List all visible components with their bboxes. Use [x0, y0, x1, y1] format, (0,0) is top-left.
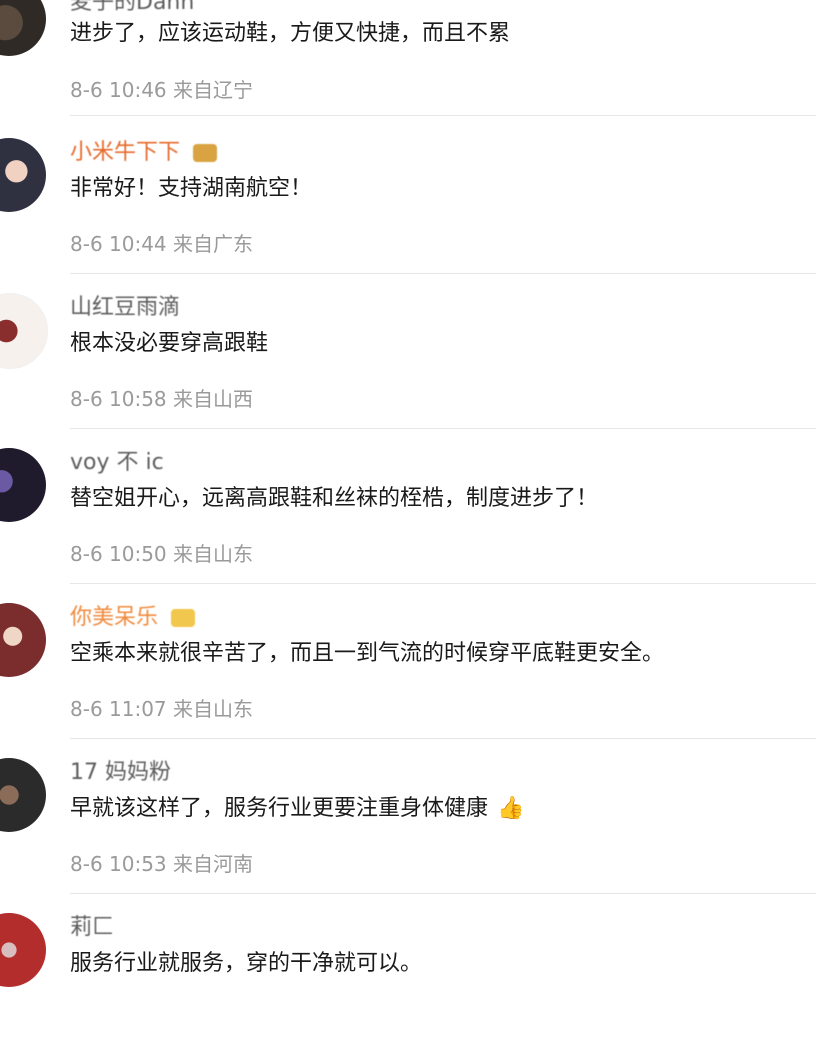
comment-location: 来自山东 — [173, 542, 254, 566]
comment-text: 早就该这样了，服务行业更要注重身体健康 👍 — [70, 794, 524, 824]
comment-username[interactable]: 山红豆雨滴 — [70, 295, 180, 321]
comment-text: 服务行业就服务，穿的干净就可以。 — [70, 951, 423, 976]
comment-meta: 8-6 11:07 来自山东 — [70, 697, 253, 721]
comment-text: 替空姐开心，远离高跟鞋和丝袜的桎梏，制度进步了！ — [70, 486, 599, 511]
comment-location: 来自山西 — [173, 387, 254, 411]
comment-location: 来自辽宁 — [173, 78, 254, 102]
comment-text: 进步了，应该运动鞋，方便又快捷，而且不累 — [70, 21, 511, 46]
comment-meta: 8-6 10:44 来自广东 — [70, 232, 253, 256]
comment-username-text: 你美呆乐 — [70, 605, 159, 630]
comment-location: 来自广东 — [173, 232, 254, 256]
comment-item: 莉匚 服务行业就服务，穿的干净就可以。 — [0, 893, 816, 1048]
comment-time: 8-6 11:07 — [70, 697, 167, 721]
comment-meta: 8-6 10:50 来自山东 — [70, 542, 253, 566]
comment-text: 根本没必要穿高跟鞋 — [70, 331, 269, 356]
comment-meta: 8-6 10:58 来自山西 — [70, 387, 253, 411]
comment-username[interactable]: 你美呆乐 — [70, 605, 196, 631]
avatar[interactable] — [0, 758, 46, 832]
comment-item: 小米牛下下 非常好！支持湖南航空！ 8-6 10:44 来自广东 — [0, 118, 816, 274]
avatar[interactable] — [0, 293, 48, 369]
comment-username[interactable]: 麦子的Dann — [70, 0, 194, 16]
comment-item: 山红豆雨滴 根本没必要穿高跟鞋 8-6 10:58 来自山西 — [0, 273, 816, 429]
comment-text: 空乘本来就很辛苦了，而且一到气流的时候穿平底鞋更安全。 — [70, 641, 665, 666]
comment-item: 你美呆乐 空乘本来就很辛苦了，而且一到气流的时候穿平底鞋更安全。 8-6 11:… — [0, 583, 816, 739]
avatar[interactable] — [0, 913, 46, 987]
comment-username[interactable]: 小米牛下下 — [70, 140, 218, 166]
avatar[interactable] — [0, 0, 46, 56]
comment-time: 8-6 10:50 — [70, 542, 167, 566]
comment-location: 来自山东 — [173, 697, 254, 721]
comment-meta: 8-6 10:53 来自河南 — [70, 852, 253, 876]
comment-meta: 8-6 10:46 来自辽宁 — [70, 78, 253, 102]
avatar[interactable] — [0, 448, 46, 522]
comment-username[interactable]: 17 妈妈粉 — [70, 760, 171, 786]
comment-text: 非常好！支持湖南航空！ — [70, 176, 313, 201]
thumbs-up-icon: 👍 — [497, 796, 525, 821]
comment-item: 17 妈妈粉 早就该这样了，服务行业更要注重身体健康 👍 8-6 10:53 来… — [0, 738, 816, 894]
comment-item: voy 不 ic 替空姐开心，远离高跟鞋和丝袜的桎梏，制度进步了！ 8-6 10… — [0, 428, 816, 584]
comment-time: 8-6 10:53 — [70, 852, 167, 876]
avatar[interactable] — [0, 603, 46, 677]
divider — [70, 115, 816, 116]
comment-time: 8-6 10:58 — [70, 387, 167, 411]
comment-username-text: 小米牛下下 — [70, 140, 181, 165]
comment-username[interactable]: voy 不 ic — [70, 450, 164, 476]
vip-badge-icon — [171, 609, 196, 627]
vip-badge-icon — [193, 144, 218, 162]
comment-location: 来自河南 — [173, 852, 254, 876]
avatar[interactable] — [0, 138, 46, 212]
comment-time: 8-6 10:46 — [70, 78, 167, 102]
comment-username[interactable]: 莉匚 — [70, 915, 114, 941]
comment-text-content: 早就该这样了，服务行业更要注重身体健康 — [70, 796, 489, 821]
comment-time: 8-6 10:44 — [70, 232, 167, 256]
comment-item: 麦子的Dann 进步了，应该运动鞋，方便又快捷，而且不累 8-6 10:46 来… — [0, 0, 816, 116]
